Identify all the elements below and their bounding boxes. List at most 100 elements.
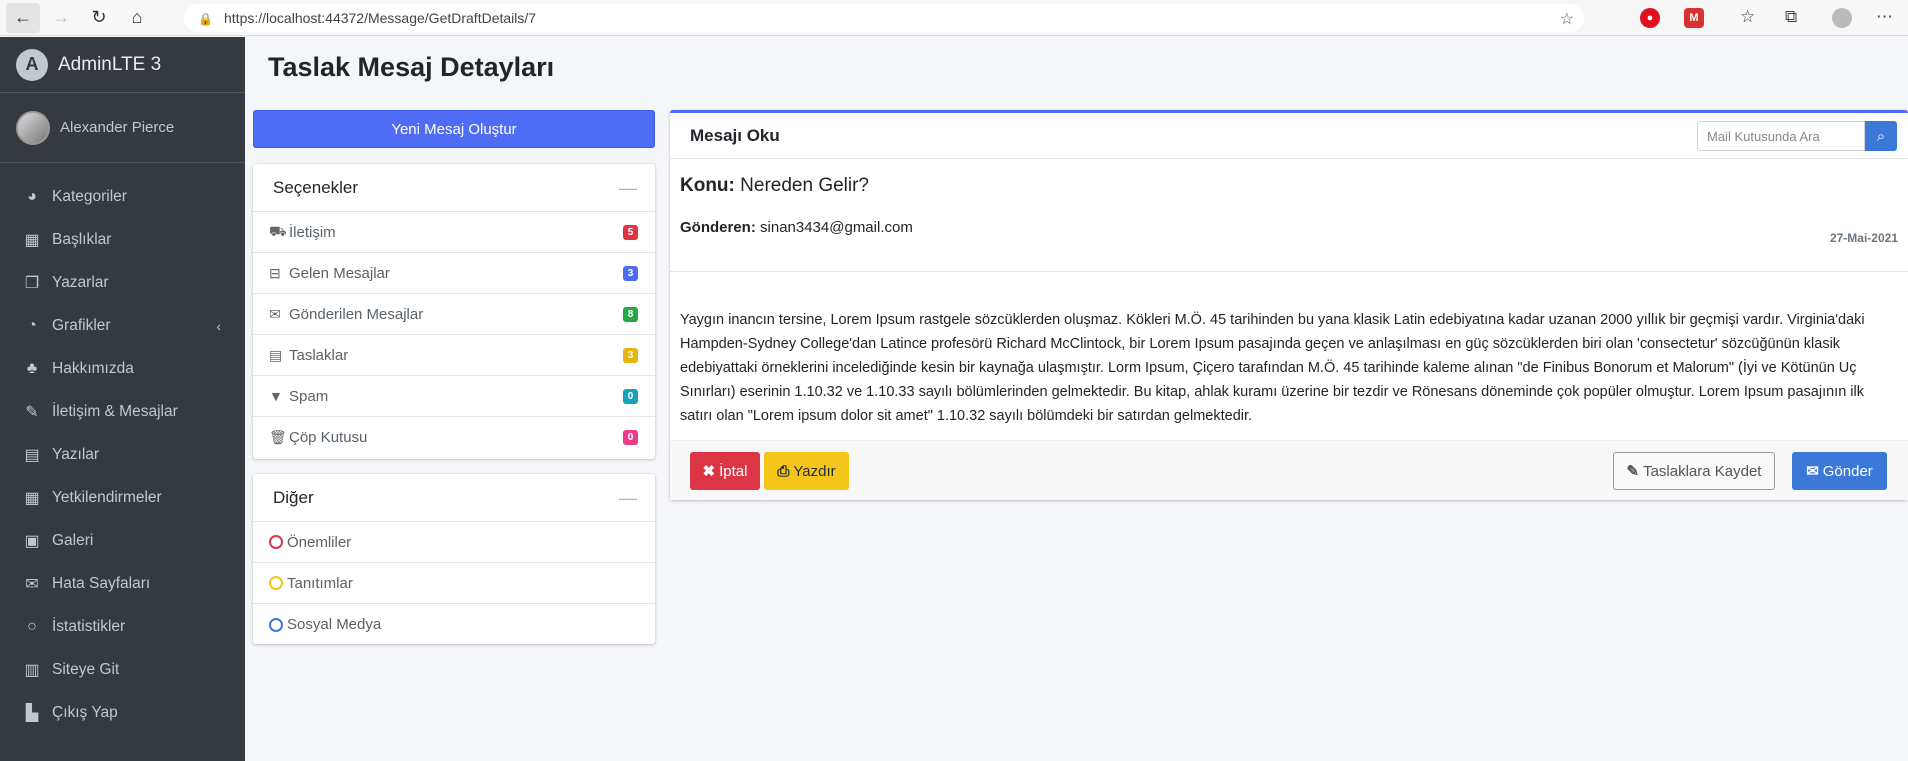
forward-button[interactable]: →	[44, 3, 78, 33]
save-draft-label: Taslaklara Kaydet	[1643, 462, 1762, 480]
sidebar-item[interactable]: ♣ Hakkımızda	[0, 347, 245, 390]
count-badge: 0	[623, 430, 638, 445]
edit-icon: ✎	[25, 403, 39, 421]
door-icon: ▙	[25, 704, 39, 722]
print-button[interactable]: ⎙ Yazdır	[764, 452, 849, 490]
folder-list: ⛟ İletişim 5 ⊟ Gelen Mesajlar 3 ✉ Gönderilen Me…	[253, 212, 655, 458]
collapse-icon[interactable]: —	[619, 488, 637, 509]
more-icon[interactable]: ⋯	[1876, 7, 1893, 27]
sidebar-item[interactable]: ✎ İletişim & Mesajlar	[0, 390, 245, 433]
sidebar-item-label: Kategoriler	[52, 187, 127, 205]
brand-link[interactable]: A AdminLTE 3	[0, 37, 245, 93]
read-mail-header: Mesajı Oku Mail Kutusunda Ara ⌕	[670, 113, 1908, 159]
sidebar-item-label: Başlıklar	[52, 230, 112, 248]
profile-icon[interactable]	[1832, 8, 1852, 28]
subject-label: Konu:	[680, 175, 735, 196]
other-card-title: Diğer	[273, 487, 314, 507]
options-card: Seçenekler — ⛟ İletişim 5 ⊟ Gelen Mesajlar 3 ✉…	[253, 164, 655, 459]
home-button[interactable]: ⌂	[120, 3, 154, 33]
send-button[interactable]: ✉ Gönder	[1792, 452, 1887, 490]
count-badge: 8	[623, 307, 638, 322]
mail-info: Konu: Nereden Gelir? Gönderen: sinan3434…	[670, 159, 1908, 272]
search-icon: ⌕	[1876, 127, 1886, 145]
label-text: Önemliler	[287, 533, 352, 551]
folder-item[interactable]: ▤ Taslaklar 3	[253, 335, 655, 376]
sidebar-item[interactable]: ▤ Yazılar	[0, 433, 245, 476]
file-icon: ▤	[269, 346, 283, 363]
address-bar[interactable]: 🔒 https://localhost:44372/Message/GetDra…	[184, 4, 1584, 32]
brand-logo: A	[16, 48, 48, 81]
add-favorite-icon[interactable]: ☆	[1560, 9, 1574, 29]
folder-item[interactable]: ⊟ Gelen Mesajlar 3	[253, 253, 655, 294]
circle-icon	[269, 617, 283, 632]
label-item[interactable]: Önemliler	[253, 522, 655, 563]
sidebar-item[interactable]: ○ İstatistikler	[0, 605, 245, 648]
folder-item[interactable]: ✉ Gönderilen Mesajlar 8	[253, 294, 655, 335]
folder-item[interactable]: ⛟ İletişim 5	[253, 212, 655, 253]
dashboard-icon: ◕	[27, 187, 37, 205]
save-draft-button[interactable]: ✎ Taslaklara Kaydet	[1613, 452, 1775, 490]
adblock-extension-icon[interactable]: ●	[1640, 8, 1660, 28]
sidebar-item[interactable]: ◕ Kategoriler	[0, 175, 245, 218]
cancel-button[interactable]: ✖ İptal	[690, 452, 760, 490]
inbox-icon: ⊟	[269, 264, 281, 281]
sidebar-item[interactable]: ✉ Hata Sayfaları	[0, 562, 245, 605]
sidebar-item[interactable]: ▦ Başlıklar	[0, 218, 245, 261]
sidebar-item-label: Yazılar	[52, 445, 100, 463]
mail-sender: Gönderen: sinan3434@gmail.com	[680, 219, 1898, 236]
sidebar-item[interactable]: ❐ Yazarlar	[0, 261, 245, 304]
collections-icon[interactable]: ⧉	[1785, 7, 1797, 27]
url-text: https://localhost:44372/Message/GetDraft…	[224, 10, 537, 26]
sidebar-item[interactable]: ▣ Galeri	[0, 519, 245, 562]
sidebar-item-label: Grafikler	[52, 316, 111, 334]
options-card-header: Seçenekler —	[253, 164, 655, 212]
folder-item[interactable]: 🗑 Çöp Kutusu 0	[253, 417, 655, 458]
sidebar-item[interactable]: ▙ Çıkış Yap	[0, 691, 245, 734]
sender-label: Gönderen:	[680, 219, 756, 236]
label-text: Tanıtımlar	[287, 574, 353, 592]
label-item[interactable]: Tanıtımlar	[253, 563, 655, 604]
other-card: Diğer — Önemliler Tanıtımlar Sosyal Medya	[253, 474, 655, 644]
sidebar-item[interactable]: ◔ Grafikler ‹	[0, 304, 245, 347]
sidebar-item-label: Siteye Git	[52, 660, 120, 678]
count-badge: 5	[623, 225, 638, 240]
envelope-icon: ✉	[269, 305, 281, 322]
user-panel[interactable]: Alexander Pierce	[0, 93, 245, 163]
envelope-icon: ✉	[1806, 463, 1819, 480]
collapse-icon[interactable]: —	[619, 178, 637, 199]
trash-icon: 🗑	[269, 429, 287, 445]
chevron-left-icon: ‹	[216, 317, 221, 334]
sidebar-item[interactable]: ▥ Siteye Git	[0, 648, 245, 691]
sidebar-item-label: Hakkımızda	[52, 359, 134, 377]
mailbox-search-input[interactable]: Mail Kutusunda Ara	[1697, 121, 1865, 151]
send-label: Gönder	[1822, 462, 1873, 480]
sender-email: sinan3434@gmail.com	[760, 219, 913, 236]
mail-extension-icon[interactable]: M	[1684, 8, 1704, 28]
sidebar-item-label: Yazarlar	[52, 273, 109, 291]
favorites-icon[interactable]: ☆	[1740, 7, 1755, 27]
subject-text: Nereden Gelir?	[740, 175, 869, 196]
sidebar-item-label: Çıkış Yap	[52, 703, 118, 721]
pie-chart-icon: ◔	[27, 316, 37, 334]
brand-name: AdminLTE 3	[58, 53, 162, 75]
pencil-icon: ✎	[1626, 463, 1640, 480]
back-button[interactable]: ←	[6, 2, 40, 33]
truck-icon: ⛟	[269, 222, 287, 239]
sidebar-item-label: Galeri	[52, 531, 94, 549]
mail-body: Yaygın inancın tersine, Lorem Ipsum rast…	[680, 312, 1865, 424]
sidebar-item[interactable]: ▦ Yetkilendirmeler	[0, 476, 245, 519]
circle-icon	[269, 576, 283, 590]
cancel-label: İptal	[719, 462, 748, 480]
reload-button[interactable]: ↻	[82, 3, 116, 33]
count-badge: 3	[623, 266, 638, 281]
compose-button[interactable]: Yeni Mesaj Oluştur	[253, 110, 655, 148]
calendar-icon: ▦	[24, 489, 40, 507]
folder-item[interactable]: ▼ Spam 0	[253, 376, 655, 417]
filter-icon: ▼	[269, 388, 283, 404]
print-label: Yazdır	[793, 462, 836, 480]
copy-icon: ❐	[24, 274, 40, 292]
search-button[interactable]: ⌕	[1865, 121, 1897, 151]
tree-icon: ♣	[26, 359, 38, 377]
folder-label: Çöp Kutusu	[289, 429, 368, 446]
label-item[interactable]: Sosyal Medya	[253, 604, 655, 645]
